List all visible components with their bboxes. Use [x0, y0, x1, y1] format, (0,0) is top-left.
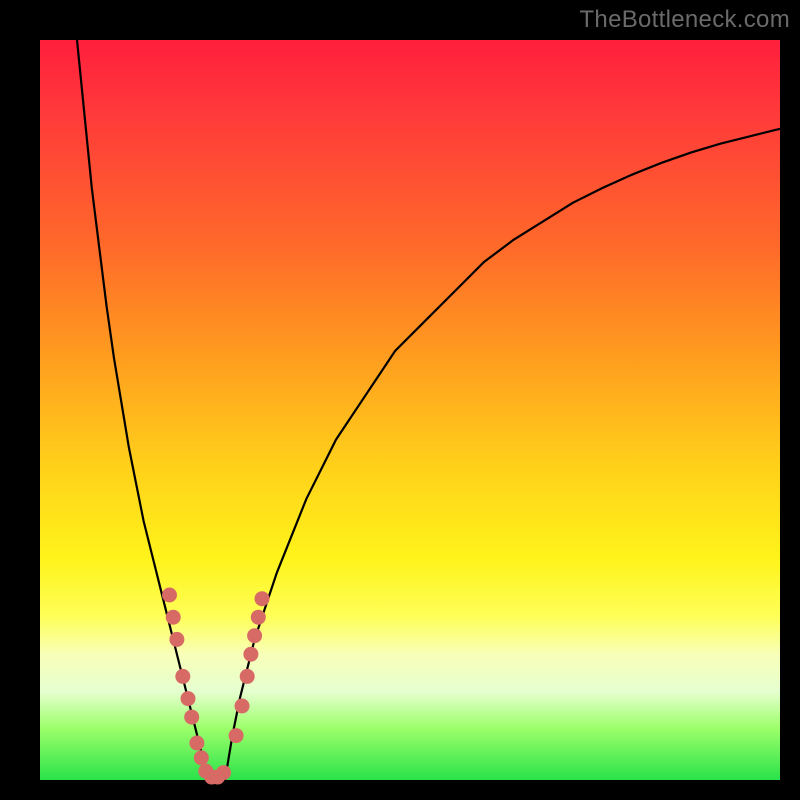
chart-frame: TheBottleneck.com [0, 0, 800, 800]
marker-dot [184, 710, 199, 725]
chart-svg [40, 40, 780, 780]
marker-group [162, 588, 270, 785]
marker-dot [243, 647, 258, 662]
curve-left-branch [77, 40, 207, 780]
marker-dot [166, 610, 181, 625]
marker-dot [189, 736, 204, 751]
curve-right-branch [225, 129, 780, 780]
marker-dot [229, 728, 244, 743]
plot-area [40, 40, 780, 780]
marker-dot [162, 588, 177, 603]
marker-dot [247, 628, 262, 643]
marker-dot [216, 765, 231, 780]
marker-dot [169, 632, 184, 647]
marker-dot [240, 669, 255, 684]
marker-dot [194, 750, 209, 765]
marker-dot [235, 699, 250, 714]
marker-dot [175, 669, 190, 684]
marker-dot [181, 691, 196, 706]
marker-dot [255, 591, 270, 606]
watermark-text: TheBottleneck.com [579, 6, 790, 34]
marker-dot [251, 610, 266, 625]
